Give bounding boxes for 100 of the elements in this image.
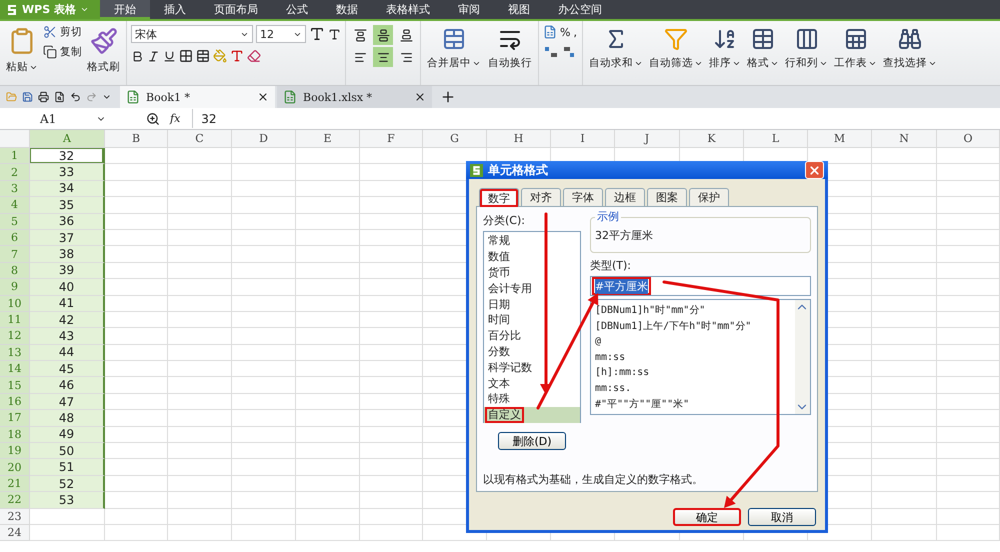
row-header[interactable]: 8	[0, 262, 30, 280]
zoom-icon[interactable]	[146, 112, 160, 126]
wrap-text-button[interactable]: 自动换行	[486, 25, 534, 72]
column-header[interactable]: O	[937, 130, 1000, 148]
close-icon[interactable]	[257, 91, 269, 103]
ribbon-tool-button[interactable]: 行和列	[783, 25, 830, 72]
menu-tab[interactable]: 审阅	[444, 0, 494, 19]
category-item[interactable]: 百分比	[484, 328, 580, 344]
menu-tab[interactable]: 公式	[272, 0, 322, 19]
row-header[interactable]: 20	[0, 459, 30, 476]
column-header[interactable]: N	[872, 130, 937, 148]
ok-button[interactable]: 确定	[673, 508, 741, 526]
merge-center-button[interactable]: 合并居中	[425, 25, 483, 72]
close-icon[interactable]	[414, 91, 426, 103]
format-item[interactable]: mm:ss.	[595, 380, 791, 396]
format-item[interactable]: mm:ss	[595, 349, 791, 365]
menu-tab[interactable]: 开始	[100, 0, 150, 19]
category-item[interactable]: 日期	[484, 296, 580, 312]
row-header[interactable]: 6	[0, 230, 30, 246]
column-header[interactable]: C	[168, 130, 232, 148]
ribbon-tool-button[interactable]: 格式	[745, 25, 781, 72]
increase-decimal-icon[interactable]	[543, 45, 559, 59]
ribbon-tool-button[interactable]: 自动筛选	[647, 25, 705, 72]
grow-font-icon[interactable]	[309, 26, 325, 42]
align-button[interactable]	[373, 25, 393, 45]
align-button[interactable]	[373, 47, 393, 67]
menu-tab[interactable]: 插入	[150, 0, 200, 19]
column-header[interactable]: H	[487, 130, 551, 148]
dialog-tab[interactable]: 字体	[563, 188, 603, 206]
row-header[interactable]: 19	[0, 443, 30, 460]
category-item[interactable]: 货币	[484, 264, 580, 280]
row-header[interactable]: 1	[0, 148, 30, 164]
category-item[interactable]: 自定义	[484, 406, 580, 423]
format-item[interactable]: [h]:mm:ss	[595, 364, 791, 381]
category-item[interactable]: 数值	[484, 248, 580, 265]
category-item[interactable]: 特殊	[484, 390, 580, 407]
type-field[interactable]: #平方厘米	[590, 276, 811, 296]
comma-button[interactable]: ,	[573, 26, 577, 38]
font-size-field[interactable]: 12	[256, 25, 306, 43]
name-box[interactable]: A1	[0, 109, 110, 128]
formula-field[interactable]: 32	[192, 109, 1000, 128]
paste-button[interactable]: 粘贴	[4, 25, 40, 76]
category-item[interactable]: 常规	[484, 233, 580, 249]
row-header[interactable]: 24	[0, 524, 30, 542]
category-item[interactable]: 时间	[484, 312, 580, 328]
dialog-tab[interactable]: 图案	[647, 188, 687, 206]
dialog-tab[interactable]: 对齐	[521, 188, 561, 206]
save-icon[interactable]	[22, 90, 34, 104]
print-icon[interactable]	[38, 90, 50, 104]
column-header[interactable]: K	[680, 130, 744, 148]
ribbon-tool-button[interactable]: 工作表	[832, 25, 879, 72]
column-header[interactable]: G	[423, 130, 487, 148]
category-item[interactable]: 文本	[484, 375, 580, 391]
row-header[interactable]: 3	[0, 180, 30, 198]
dialog-tab[interactable]: 保护	[689, 188, 729, 206]
undo-icon[interactable]	[70, 90, 82, 104]
font-color-icon[interactable]	[230, 49, 244, 63]
row-header[interactable]: 22	[0, 492, 30, 509]
row-header[interactable]: 4	[0, 197, 30, 214]
row-header[interactable]: 13	[0, 344, 30, 362]
category-item[interactable]: 会计专用	[484, 280, 580, 296]
menu-tab[interactable]: 办公空间	[544, 0, 616, 19]
row-header[interactable]: 9	[0, 279, 30, 296]
category-item[interactable]: 分数	[484, 344, 580, 360]
menu-tab[interactable]: 页面布局	[200, 0, 272, 19]
column-header[interactable]: J	[615, 130, 680, 148]
delete-button[interactable]: 删除(D)	[498, 432, 566, 450]
format-item[interactable]: [DBNum1]h"时"mm"分"	[595, 302, 791, 318]
row-header[interactable]: 17	[0, 410, 30, 427]
format-item[interactable]: #"平""方""厘""米"	[595, 396, 791, 412]
dialog-tab[interactable]: 数字	[479, 188, 519, 207]
underline-icon[interactable]	[163, 50, 176, 62]
row-header[interactable]: 15	[0, 377, 30, 394]
document-tab[interactable]: Book1.xlsx *	[277, 86, 432, 108]
cut-button[interactable]: 剪切	[43, 25, 82, 39]
row-header[interactable]: 2	[0, 164, 30, 181]
cancel-button[interactable]: 取消	[748, 508, 816, 526]
menu-tab[interactable]: 视图	[494, 0, 544, 19]
currency-icon[interactable]	[543, 25, 557, 39]
column-header[interactable]: L	[744, 130, 808, 148]
row-header[interactable]: 11	[0, 312, 30, 328]
font-name-field[interactable]: 宋体	[131, 25, 253, 43]
document-tab[interactable]: Book1 *	[120, 86, 275, 108]
column-header[interactable]: D	[232, 130, 296, 148]
column-header[interactable]: B	[105, 130, 168, 148]
format-item[interactable]: [DBNum1]上午/下午h"时"mm"分"	[595, 318, 791, 334]
copy-button[interactable]: 复制	[43, 45, 82, 59]
borders-icon[interactable]	[179, 49, 193, 63]
scrollbar[interactable]	[795, 300, 810, 414]
eraser-icon[interactable]	[247, 49, 261, 63]
menu-tab[interactable]: 表格样式	[372, 0, 444, 19]
column-header[interactable]: F	[360, 130, 423, 148]
italic-icon[interactable]	[147, 50, 160, 62]
menu-tab[interactable]: 数据	[322, 0, 372, 19]
column-header[interactable]: A	[30, 130, 105, 148]
bold-icon[interactable]	[131, 50, 144, 62]
ribbon-tool-button[interactable]: 排序	[707, 25, 743, 72]
fill-color-icon[interactable]	[213, 49, 227, 63]
row-header[interactable]: 12	[0, 328, 30, 345]
row-header[interactable]: 14	[0, 361, 30, 378]
